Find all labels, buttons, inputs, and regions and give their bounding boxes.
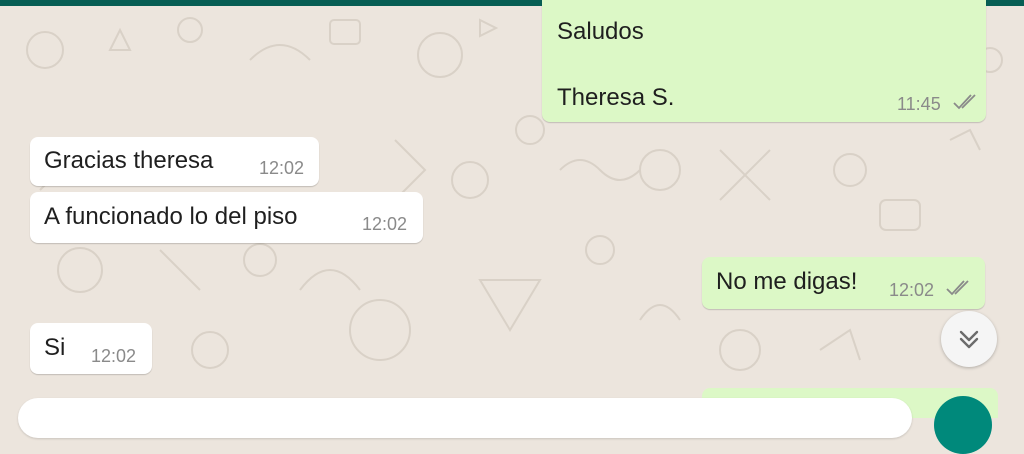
incoming-message-bubble[interactable]: A funcionado lo del piso 12:02: [30, 192, 423, 243]
message-text-line: Saludos: [557, 18, 644, 45]
message-text: No me digas!: [716, 268, 858, 295]
outgoing-message-bubble[interactable]: No me digas! 12:02: [702, 257, 985, 309]
chevron-double-down-icon: [959, 330, 979, 349]
message-input[interactable]: [18, 398, 912, 438]
scroll-to-bottom-button[interactable]: [941, 311, 997, 367]
message-text: Si: [44, 334, 66, 361]
message-time: 12:02: [91, 346, 137, 366]
message-text: A funcionado lo del piso: [44, 203, 298, 230]
incoming-message-bubble[interactable]: Gracias theresa 12:02: [30, 137, 319, 186]
message-text-line: Theresa S.: [557, 84, 675, 111]
message-time: 12:02: [259, 158, 305, 178]
message-time: 12:02: [362, 214, 408, 234]
message-time: 12:02: [889, 280, 935, 300]
outgoing-message-bubble[interactable]: Saludos Theresa S. 11:45: [542, 0, 986, 122]
double-check-icon: [946, 280, 969, 296]
send-button[interactable]: [934, 396, 992, 454]
incoming-message-bubble[interactable]: Si 12:02: [30, 323, 152, 374]
double-check-icon: [953, 94, 976, 110]
message-time: 11:45: [897, 94, 941, 114]
message-text: Gracias theresa: [44, 147, 214, 174]
